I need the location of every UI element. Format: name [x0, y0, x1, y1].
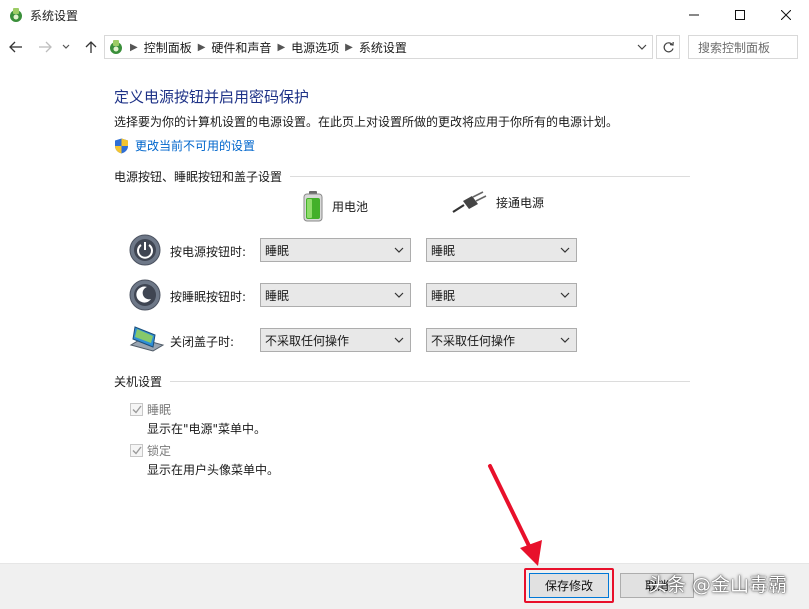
power-plug-icon: [452, 191, 487, 213]
plugged-column-label: 接通电源: [496, 195, 545, 210]
shutdown-group-header: 关机设置: [114, 373, 690, 390]
arrow-left-icon: [9, 41, 22, 53]
forward-button[interactable]: [36, 38, 54, 56]
breadcrumb-control-panel[interactable]: 控制面板: [144, 39, 192, 56]
power-buttons-group-label: 电源按钮、睡眠按钮和盖子设置: [114, 170, 283, 184]
recent-locations-button[interactable]: [60, 38, 72, 56]
sleep-button-icon: [129, 279, 161, 311]
minimize-button[interactable]: [671, 0, 717, 30]
chevron-right-icon: ▶: [277, 41, 286, 53]
address-bar[interactable]: ▶ 控制面板 ▶ 硬件和声音 ▶ 电源选项 ▶ 系统设置: [104, 35, 653, 59]
breadcrumb-power-options[interactable]: 电源选项: [291, 39, 339, 56]
shutdown-group-label: 关机设置: [114, 375, 163, 389]
lid-close-plugged-select[interactable]: 不采取任何操作: [426, 328, 577, 352]
back-button[interactable]: [7, 38, 25, 56]
sleep-option-label: 睡眠: [147, 403, 172, 417]
lock-option-label: 锁定: [147, 444, 172, 458]
breadcrumb-system-settings[interactable]: 系统设置: [359, 39, 407, 56]
select-value: 不采取任何操作: [265, 333, 350, 348]
select-value: 睡眠: [265, 243, 290, 258]
power-buttons-group-header: 电源按钮、睡眠按钮和盖子设置: [114, 168, 690, 185]
chevron-down-icon[interactable]: [636, 40, 648, 54]
power-button-label: 按电源按钮时:: [170, 245, 247, 259]
close-button[interactable]: [763, 0, 809, 30]
battery-icon: [303, 191, 323, 222]
window-title: 系统设置: [30, 9, 79, 23]
save-button[interactable]: 保存修改: [529, 573, 609, 598]
chevron-down-icon: [560, 337, 570, 343]
divider: [170, 381, 690, 382]
page-title: 定义电源按钮并启用密码保护: [114, 88, 310, 106]
maximize-button[interactable]: [717, 0, 763, 30]
checkbox: [130, 403, 143, 416]
chevron-right-icon: ▶: [345, 41, 353, 53]
red-arrow-annotation: [488, 464, 542, 566]
refresh-icon: [663, 41, 674, 52]
checkmark-icon: [132, 405, 142, 414]
battery-column-header: 用电池: [302, 190, 368, 222]
arrow-up-icon: [85, 41, 97, 53]
power-button-plugged-select[interactable]: 睡眠: [426, 238, 577, 262]
sleep-button-battery-select[interactable]: 睡眠: [260, 283, 411, 307]
sleep-button-label: 按睡眠按钮时:: [170, 290, 247, 304]
maximize-icon: [735, 10, 745, 20]
power-button-icon: [129, 234, 161, 266]
chevron-down-icon: [394, 292, 404, 298]
refresh-button[interactable]: [656, 35, 680, 59]
lock-option-checkbox[interactable]: 锁定: [130, 442, 171, 459]
control-panel-icon: [10, 8, 22, 22]
close-icon: [781, 10, 791, 20]
up-button[interactable]: [82, 38, 100, 56]
laptop-lid-icon: [129, 326, 165, 352]
select-value: 不采取任何操作: [431, 333, 516, 348]
lid-close-battery-select[interactable]: 不采取任何操作: [260, 328, 411, 352]
chevron-down-icon: [394, 337, 404, 343]
power-button-battery-select[interactable]: 睡眠: [260, 238, 411, 262]
chevron-right-icon: ▶: [130, 41, 138, 53]
chevron-down-icon: [560, 247, 570, 253]
chevron-down-icon: [62, 44, 70, 49]
breadcrumb-hardware-sound[interactable]: 硬件和声音: [211, 39, 271, 56]
sleep-option-checkbox[interactable]: 睡眠: [130, 401, 171, 418]
control-panel-icon: [110, 40, 122, 54]
checkbox: [130, 444, 143, 457]
title-bar: 系统设置: [0, 0, 809, 30]
navigation-bar: ▶ 控制面板 ▶ 硬件和声音 ▶ 电源选项 ▶ 系统设置 搜索控制面板: [0, 30, 809, 64]
page-description: 选择要为你的计算机设置的电源设置。在此页上对设置所做的更改将应用于你所有的电源计…: [114, 115, 619, 129]
minimize-icon: [689, 14, 699, 16]
change-settings-link[interactable]: 更改当前不可用的设置: [114, 137, 255, 154]
change-settings-label: 更改当前不可用的设置: [135, 139, 256, 153]
chevron-right-icon: ▶: [197, 41, 206, 53]
sleep-option-description: 显示在"电源"菜单中。: [147, 422, 267, 436]
chevron-down-icon: [394, 247, 404, 253]
lid-close-label: 关闭盖子时:: [170, 335, 235, 349]
search-input[interactable]: 搜索控制面板: [688, 35, 798, 59]
chevron-down-icon: [560, 292, 570, 298]
select-value: 睡眠: [265, 288, 290, 303]
plugged-column-header: 接通电源: [452, 190, 544, 214]
battery-column-label: 用电池: [332, 199, 369, 214]
select-value: 睡眠: [431, 243, 456, 258]
sleep-button-plugged-select[interactable]: 睡眠: [426, 283, 577, 307]
arrow-right-icon: [39, 41, 52, 53]
select-value: 睡眠: [431, 288, 456, 303]
watermark: 头条 @金山毒霸: [648, 574, 788, 596]
checkmark-icon: [132, 446, 142, 455]
lock-option-description: 显示在用户头像菜单中。: [147, 463, 280, 477]
uac-shield-icon: [115, 138, 128, 153]
divider: [290, 176, 690, 177]
